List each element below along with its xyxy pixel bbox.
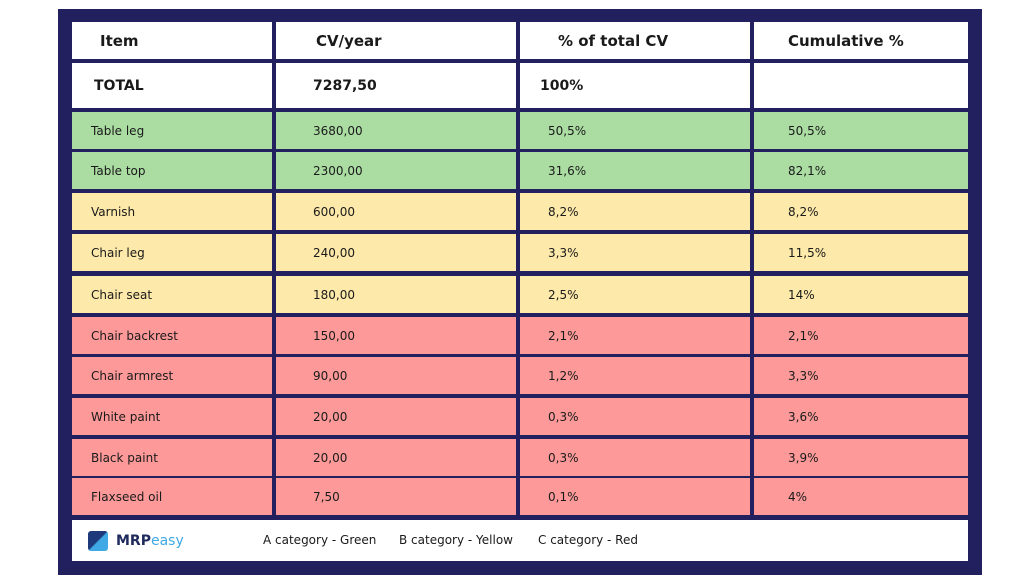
row-cv: 600,00: [276, 193, 516, 230]
row-pct: 0,1%: [520, 478, 750, 515]
row-cum: 3,9%: [754, 439, 968, 476]
row-pct: 1,2%: [520, 357, 750, 394]
table-row: Chair leg 240,00 3,3% 11,5%: [72, 234, 968, 271]
table-row: Table top 2300,00 31,6% 82,1%: [72, 152, 968, 189]
mrpeasy-logo: MRPeasy: [88, 531, 184, 551]
legend-c: C category - Red: [538, 533, 638, 547]
logo-text-light: easy: [150, 533, 184, 549]
row-cum: 3,6%: [754, 398, 968, 435]
row-cv: 180,00: [276, 276, 516, 313]
row-cv: 20,00: [276, 439, 516, 476]
row-item: White paint: [72, 398, 272, 435]
row-pct: 3,3%: [520, 234, 750, 271]
table-row: Flaxseed oil 7,50 0,1% 4%: [72, 478, 968, 515]
row-cv: 240,00: [276, 234, 516, 271]
row-item: Varnish: [72, 193, 272, 230]
row-item: Table leg: [72, 112, 272, 149]
header-cumulative: Cumulative %: [754, 22, 968, 59]
row-cv: 20,00: [276, 398, 516, 435]
header-cv-year: CV/year: [276, 22, 516, 59]
total-label: TOTAL: [72, 63, 272, 108]
total-pct: 100%: [520, 63, 750, 108]
row-item: Chair backrest: [72, 317, 272, 354]
row-cv: 90,00: [276, 357, 516, 394]
row-item: Chair seat: [72, 276, 272, 313]
row-item: Chair armrest: [72, 357, 272, 394]
row-cv: 150,00: [276, 317, 516, 354]
table-row: Black paint 20,00 0,3% 3,9%: [72, 439, 968, 476]
row-item: Flaxseed oil: [72, 478, 272, 515]
header-row: Item CV/year % of total CV Cumulative %: [72, 22, 968, 59]
table-row: Table leg 3680,00 50,5% 50,5%: [72, 112, 968, 149]
row-cv: 2300,00: [276, 152, 516, 189]
row-pct: 2,1%: [520, 317, 750, 354]
row-pct: 31,6%: [520, 152, 750, 189]
row-cv: 7,50: [276, 478, 516, 515]
row-pct: 0,3%: [520, 398, 750, 435]
table-row: Chair seat 180,00 2,5% 14%: [72, 276, 968, 313]
legend-a: A category - Green: [263, 533, 377, 547]
total-cv: 7287,50: [276, 63, 516, 108]
row-cum: 50,5%: [754, 112, 968, 149]
table-row: Chair backrest 150,00 2,1% 2,1%: [72, 317, 968, 354]
footer-bar: MRPeasy A category - Green B category - …: [72, 520, 968, 561]
table-row: Chair armrest 90,00 1,2% 3,3%: [72, 357, 968, 394]
total-row: TOTAL 7287,50 100%: [72, 63, 968, 108]
row-pct: 8,2%: [520, 193, 750, 230]
row-cum: 4%: [754, 478, 968, 515]
row-cum: 3,3%: [754, 357, 968, 394]
row-item: Black paint: [72, 439, 272, 476]
row-pct: 50,5%: [520, 112, 750, 149]
total-cum: [754, 63, 968, 108]
row-cv: 3680,00: [276, 112, 516, 149]
row-item: Table top: [72, 152, 272, 189]
table-row: Varnish 600,00 8,2% 8,2%: [72, 193, 968, 230]
row-cum: 8,2%: [754, 193, 968, 230]
row-pct: 2,5%: [520, 276, 750, 313]
row-cum: 11,5%: [754, 234, 968, 271]
row-pct: 0,3%: [520, 439, 750, 476]
row-item: Chair leg: [72, 234, 272, 271]
row-cum: 14%: [754, 276, 968, 313]
logo-mark-icon: [88, 531, 108, 551]
logo-text-bold: MRP: [116, 533, 151, 549]
header-item: Item: [72, 22, 272, 59]
row-cum: 82,1%: [754, 152, 968, 189]
legend-b: B category - Yellow: [399, 533, 513, 547]
header-pct-total: % of total CV: [520, 22, 750, 59]
table-row: White paint 20,00 0,3% 3,6%: [72, 398, 968, 435]
row-cum: 2,1%: [754, 317, 968, 354]
